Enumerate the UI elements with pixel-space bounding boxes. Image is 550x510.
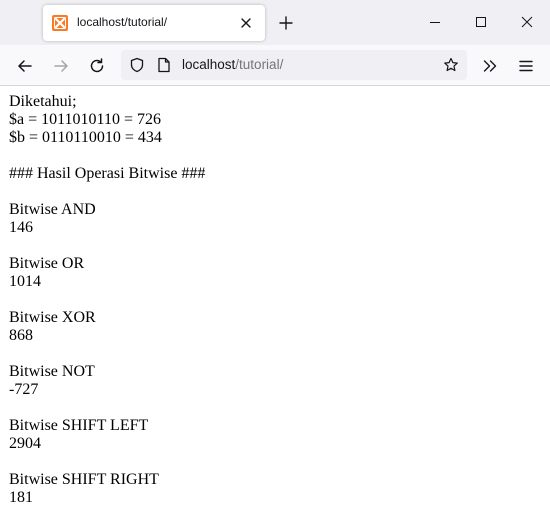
maximize-icon xyxy=(476,17,486,27)
minimize-button[interactable] xyxy=(412,0,458,45)
address-bar[interactable]: localhost/tutorial/ xyxy=(121,50,467,80)
operation-value-or: 1014 xyxy=(9,273,41,290)
url-text[interactable]: localhost/tutorial/ xyxy=(182,57,283,72)
operation-label-and: Bitwise AND xyxy=(9,201,96,218)
operation-label-shift-right: Bitwise SHIFT RIGHT xyxy=(9,471,159,488)
operation-label-not: Bitwise NOT xyxy=(9,363,95,380)
minimize-icon xyxy=(430,22,440,23)
shield-icon[interactable] xyxy=(129,57,145,73)
operation-value-not: -727 xyxy=(9,381,39,398)
url-host: localhost xyxy=(182,57,236,72)
operation-label-or: Bitwise OR xyxy=(9,255,85,272)
reload-icon[interactable] xyxy=(88,57,106,75)
star-icon[interactable] xyxy=(443,57,459,73)
operation-value-and: 146 xyxy=(9,219,33,236)
operation-value-xor: 868 xyxy=(9,327,33,344)
window-close-icon xyxy=(521,16,533,28)
arrow-left-icon[interactable] xyxy=(16,57,34,75)
url-path: /tutorial/ xyxy=(235,57,284,72)
hamburger-icon[interactable] xyxy=(517,57,535,75)
results-heading: ### Hasil Operasi Bitwise ### xyxy=(9,165,206,182)
operation-value-shift-left: 2904 xyxy=(9,435,41,452)
chevron-double-right-icon[interactable] xyxy=(481,57,499,75)
variable-b: $b = 0110110010 = 434 xyxy=(9,129,162,146)
close-icon[interactable] xyxy=(239,16,253,30)
browser-tab[interactable]: localhost/tutorial/ xyxy=(43,5,265,41)
variable-a: $a = 1011010110 = 726 xyxy=(9,111,161,128)
tab-title: localhost/tutorial/ xyxy=(77,15,168,29)
browser-titlebar: localhost/tutorial/ xyxy=(0,0,550,45)
given-heading: Diketahui; xyxy=(9,93,77,110)
maximize-button[interactable] xyxy=(458,0,504,45)
operation-label-shift-left: Bitwise SHIFT LEFT xyxy=(9,417,149,434)
plus-icon[interactable] xyxy=(278,15,294,31)
arrow-right-icon[interactable] xyxy=(52,57,70,75)
page-icon[interactable] xyxy=(157,57,171,73)
operation-value-shift-right: 181 xyxy=(9,489,33,506)
window-close-button[interactable] xyxy=(504,0,550,45)
page-content: Diketahui; $a = 1011010110 = 726 $b = 01… xyxy=(9,93,539,507)
xampp-icon xyxy=(52,15,68,31)
operation-label-xor: Bitwise XOR xyxy=(9,309,96,326)
navigation-toolbar: localhost/tutorial/ xyxy=(0,45,550,86)
